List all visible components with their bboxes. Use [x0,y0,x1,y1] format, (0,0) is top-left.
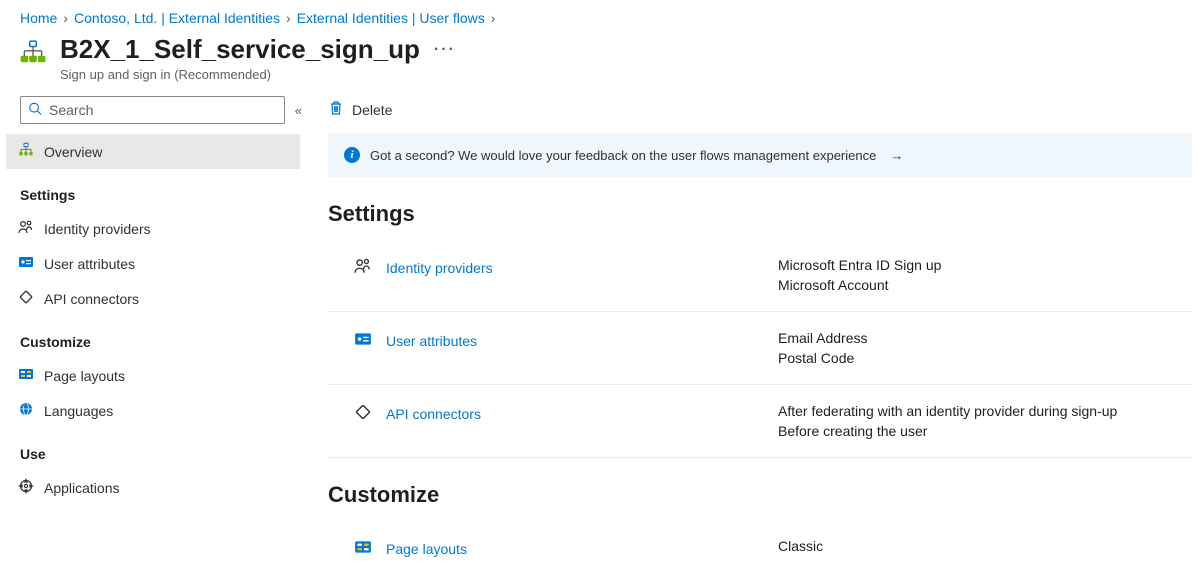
page-subtitle: Sign up and sign in (Recommended) [60,67,456,82]
breadcrumb-tenant[interactable]: Contoso, Ltd. | External Identities [74,10,280,26]
sidebar-group-customize: Customize [20,334,302,350]
api-value: After federating with an identity provid… [778,403,1117,419]
search-icon [28,102,42,119]
sidebar-group-settings: Settings [20,187,302,203]
attribute-value: Email Address [778,330,867,346]
search-input[interactable] [20,96,285,124]
breadcrumb-userflows[interactable]: External Identities | User flows [297,10,485,26]
identity-providers-link[interactable]: Identity providers [386,260,493,276]
sidebar-item-label: Applications [44,480,120,496]
sidebar: « Overview Settings [0,96,302,577]
settings-row-identity: Identity providers Microsoft Entra ID Si… [328,239,1192,312]
page-layouts-link[interactable]: Page layouts [386,541,467,557]
settings-heading: Settings [328,201,1192,227]
sidebar-item-label: Overview [44,144,102,160]
user-flow-icon [20,40,46,69]
banner-text: Got a second? We would love your feedbac… [370,148,876,163]
chevron-right-icon: › [491,10,496,26]
attribute-value: Postal Code [778,350,867,366]
sidebar-item-page-layouts[interactable]: Page layouts [6,358,300,393]
overview-icon [18,142,34,161]
settings-row-layouts: Page layouts Classic [328,520,1192,577]
sidebar-item-user-attributes[interactable]: User attributes [6,246,300,281]
chevron-right-icon: › [286,10,291,26]
user-attributes-icon [18,254,34,273]
applications-icon [18,478,34,497]
sidebar-item-label: API connectors [44,291,139,307]
sidebar-group-use: Use [20,446,302,462]
sidebar-item-identity-providers[interactable]: Identity providers [6,211,300,246]
user-attributes-icon [354,330,372,351]
settings-row-attributes: User attributes Email Address Postal Cod… [328,312,1192,385]
identity-value: Microsoft Account [778,277,941,293]
sidebar-item-api-connectors[interactable]: API connectors [6,281,300,316]
api-connectors-link[interactable]: API connectors [386,406,481,422]
feedback-banner: i Got a second? We would love your feedb… [328,133,1192,177]
delete-button[interactable]: Delete [328,100,392,119]
page-title: B2X_1_Self_service_sign_up ··· [60,34,456,65]
user-attributes-link[interactable]: User attributes [386,333,477,349]
customize-heading: Customize [328,482,1192,508]
sidebar-item-overview[interactable]: Overview [6,134,300,169]
page-layouts-icon [18,366,34,385]
sidebar-item-label: User attributes [44,256,135,272]
page-title-text: B2X_1_Self_service_sign_up [60,34,420,65]
api-connectors-icon [18,289,34,308]
banner-arrow-button[interactable]: → [890,148,903,163]
sidebar-item-languages[interactable]: Languages [6,393,300,428]
api-value: Before creating the user [778,423,1117,439]
sidebar-item-label: Languages [44,403,113,419]
sidebar-item-applications[interactable]: Applications [6,470,300,505]
identity-providers-icon [354,257,372,278]
delete-label: Delete [352,102,392,118]
info-icon: i [344,147,360,163]
chevron-right-icon: › [63,10,68,26]
page-header: B2X_1_Self_service_sign_up ··· Sign up a… [0,32,1200,96]
breadcrumb: Home › Contoso, Ltd. | External Identiti… [0,0,1200,32]
trash-icon [328,100,344,119]
page-layouts-icon [354,538,372,559]
languages-icon [18,401,34,420]
sidebar-item-label: Identity providers [44,221,151,237]
collapse-sidebar-button[interactable]: « [295,103,302,118]
breadcrumb-home[interactable]: Home [20,10,57,26]
identity-providers-icon [18,219,34,238]
settings-row-api: API connectors After federating with an … [328,385,1192,458]
api-connectors-icon [354,403,372,424]
layout-value: Classic [778,538,823,554]
main-content: Delete i Got a second? We would love you… [302,96,1200,577]
identity-value: Microsoft Entra ID Sign up [778,257,941,273]
sidebar-item-label: Page layouts [44,368,125,384]
toolbar: Delete [328,96,1192,133]
more-actions-button[interactable]: ··· [434,41,456,59]
